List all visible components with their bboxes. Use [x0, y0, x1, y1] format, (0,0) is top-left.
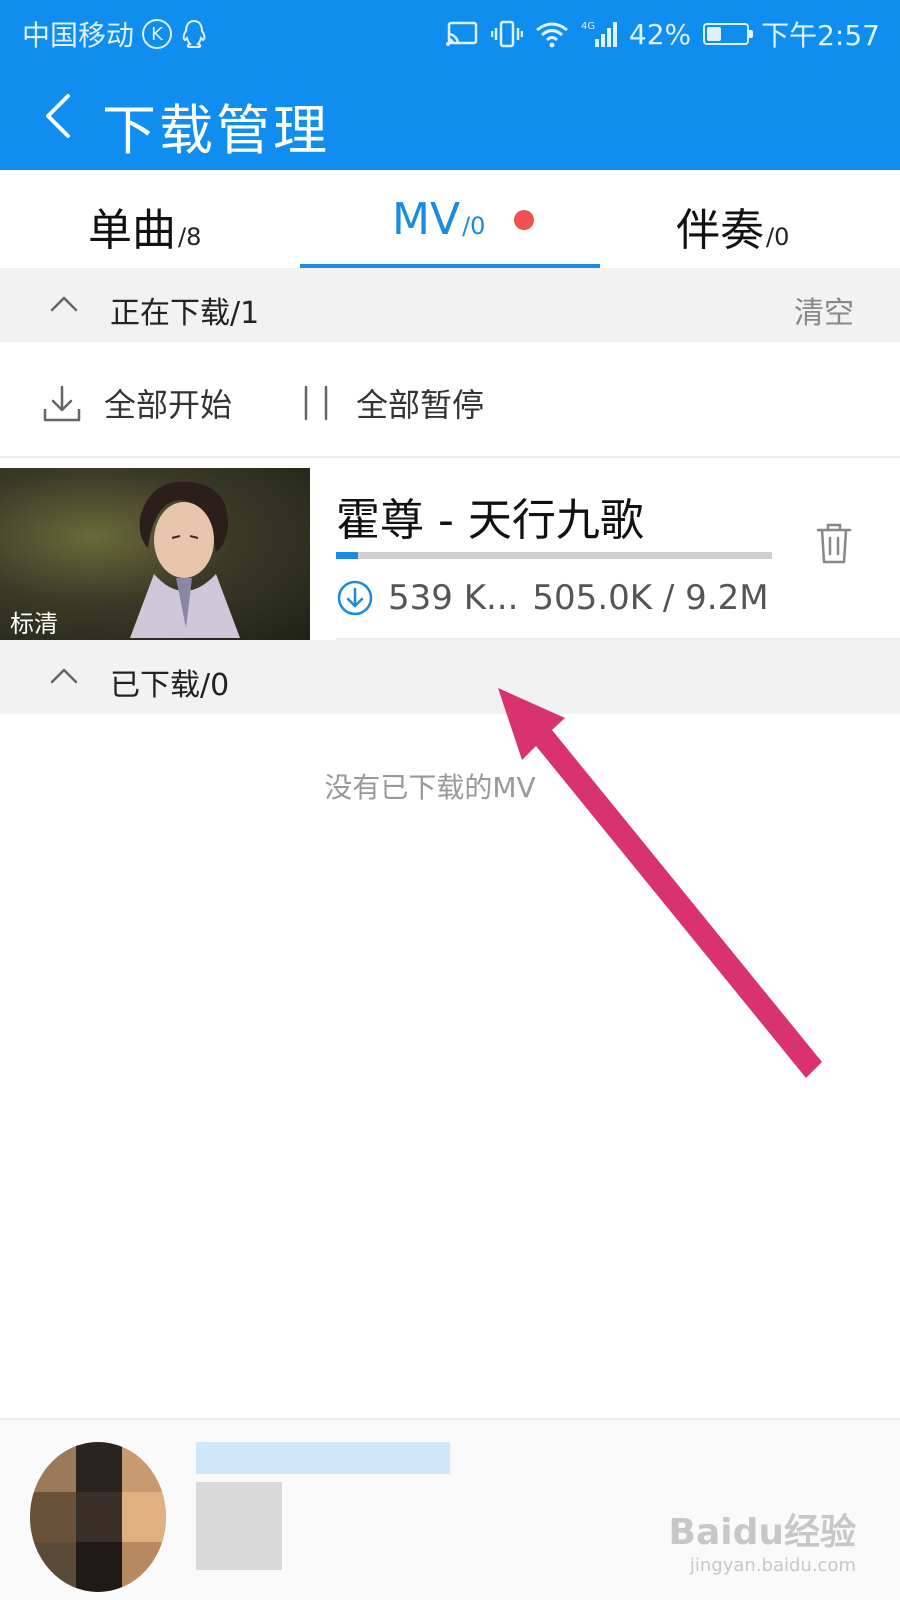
chevron-left-icon[interactable] — [32, 86, 92, 146]
signal-4g-icon: 4G — [581, 21, 617, 47]
downloaded-label: 已下载/0 — [110, 668, 230, 703]
quality-badge: 标清 — [10, 610, 58, 638]
watermark-url: jingyan.baidu.com — [689, 1555, 856, 1576]
tab-singles-label: 单曲 — [88, 205, 176, 256]
downloading-label: 正在下载/1 — [110, 296, 260, 331]
download-size: 505.0K / 9.2M — [532, 578, 769, 618]
player-title-blurred — [196, 1442, 450, 1474]
chevron-up-icon[interactable] — [48, 288, 80, 320]
page-title: 下载管理 — [102, 99, 330, 162]
tab-mv-label: MV — [392, 194, 461, 245]
tab-accompaniment[interactable]: 伴奏 /0 — [676, 194, 790, 256]
clear-button[interactable]: 清空 — [794, 288, 854, 332]
svg-text:4G: 4G — [581, 21, 595, 32]
status-left: 中国移动 K — [22, 14, 208, 54]
download-progress-fill — [336, 552, 358, 559]
download-speed: 539 K... — [388, 578, 519, 618]
battery-percent: 42% — [628, 17, 692, 51]
tab-mv[interactable]: MV /0 — [392, 194, 485, 254]
player-subtitle-blurred — [196, 1482, 282, 1570]
mv-thumbnail[interactable]: 标清 — [0, 468, 310, 640]
start-all-button[interactable]: 全部开始 — [42, 380, 232, 426]
mini-player[interactable]: Baidu经验 jingyan.baidu.com — [0, 1418, 900, 1600]
pause-all-button[interactable]: 全部暂停 — [300, 380, 484, 426]
app-header: 中国移动 K 4G 42% 下午2:57 下载管理 — [0, 0, 900, 170]
downloading-section-header[interactable]: 正在下载/1 清空 — [0, 268, 900, 342]
annotation-arrow — [498, 688, 822, 1078]
tab-singles-count: /8 — [178, 223, 202, 251]
download-progress-bar — [336, 552, 772, 559]
battery-icon — [703, 23, 754, 45]
qq-icon — [182, 19, 206, 48]
wifi-icon — [535, 22, 568, 48]
battery-level — [707, 27, 721, 41]
clock: 下午2:57 — [761, 19, 880, 52]
start-all-label: 全部开始 — [104, 386, 233, 424]
chevron-up-icon[interactable] — [48, 660, 80, 692]
cast-icon — [445, 21, 478, 46]
tab-singles[interactable]: 单曲 /8 — [88, 194, 202, 256]
avatar[interactable] — [30, 1442, 166, 1592]
new-badge-dot — [514, 210, 534, 230]
song-title: 霍尊 - 天行九歌 — [336, 495, 644, 546]
vibrate-icon — [490, 20, 523, 48]
thumbnail-figure — [130, 481, 240, 638]
download-status: 539 K... 505.0K / 9.2M — [336, 578, 769, 618]
carrier-name: 中国移动 — [22, 19, 135, 52]
tab-accompaniment-count: /0 — [766, 223, 790, 251]
download-tray-icon — [43, 385, 81, 422]
pause-bars-icon — [304, 385, 328, 421]
tab-mv-count: /0 — [462, 212, 486, 240]
status-right: 4G 42% 下午2:57 — [445, 14, 880, 54]
tab-bar: 单曲 /8 MV /0 伴奏 /0 — [0, 170, 900, 268]
download-item[interactable]: 标清 霍尊 - 天行九歌 539 K... 505.0K / 9.2M — [0, 460, 900, 640]
status-bar: 中国移动 K 4G 42% 下午2:57 — [0, 0, 900, 64]
pause-all-label: 全部暂停 — [356, 386, 485, 424]
title-bar: 下载管理 — [0, 76, 900, 162]
download-circle-icon — [337, 580, 373, 616]
trash-icon[interactable] — [814, 520, 854, 566]
tab-accompaniment-label: 伴奏 — [676, 205, 764, 256]
watermark-brand: Baidu经验 — [668, 1512, 856, 1553]
k-badge-icon: K — [142, 19, 173, 49]
baidu-watermark: Baidu经验 jingyan.baidu.com — [669, 1503, 856, 1576]
download-controls: 全部开始 全部暂停 — [0, 346, 900, 458]
